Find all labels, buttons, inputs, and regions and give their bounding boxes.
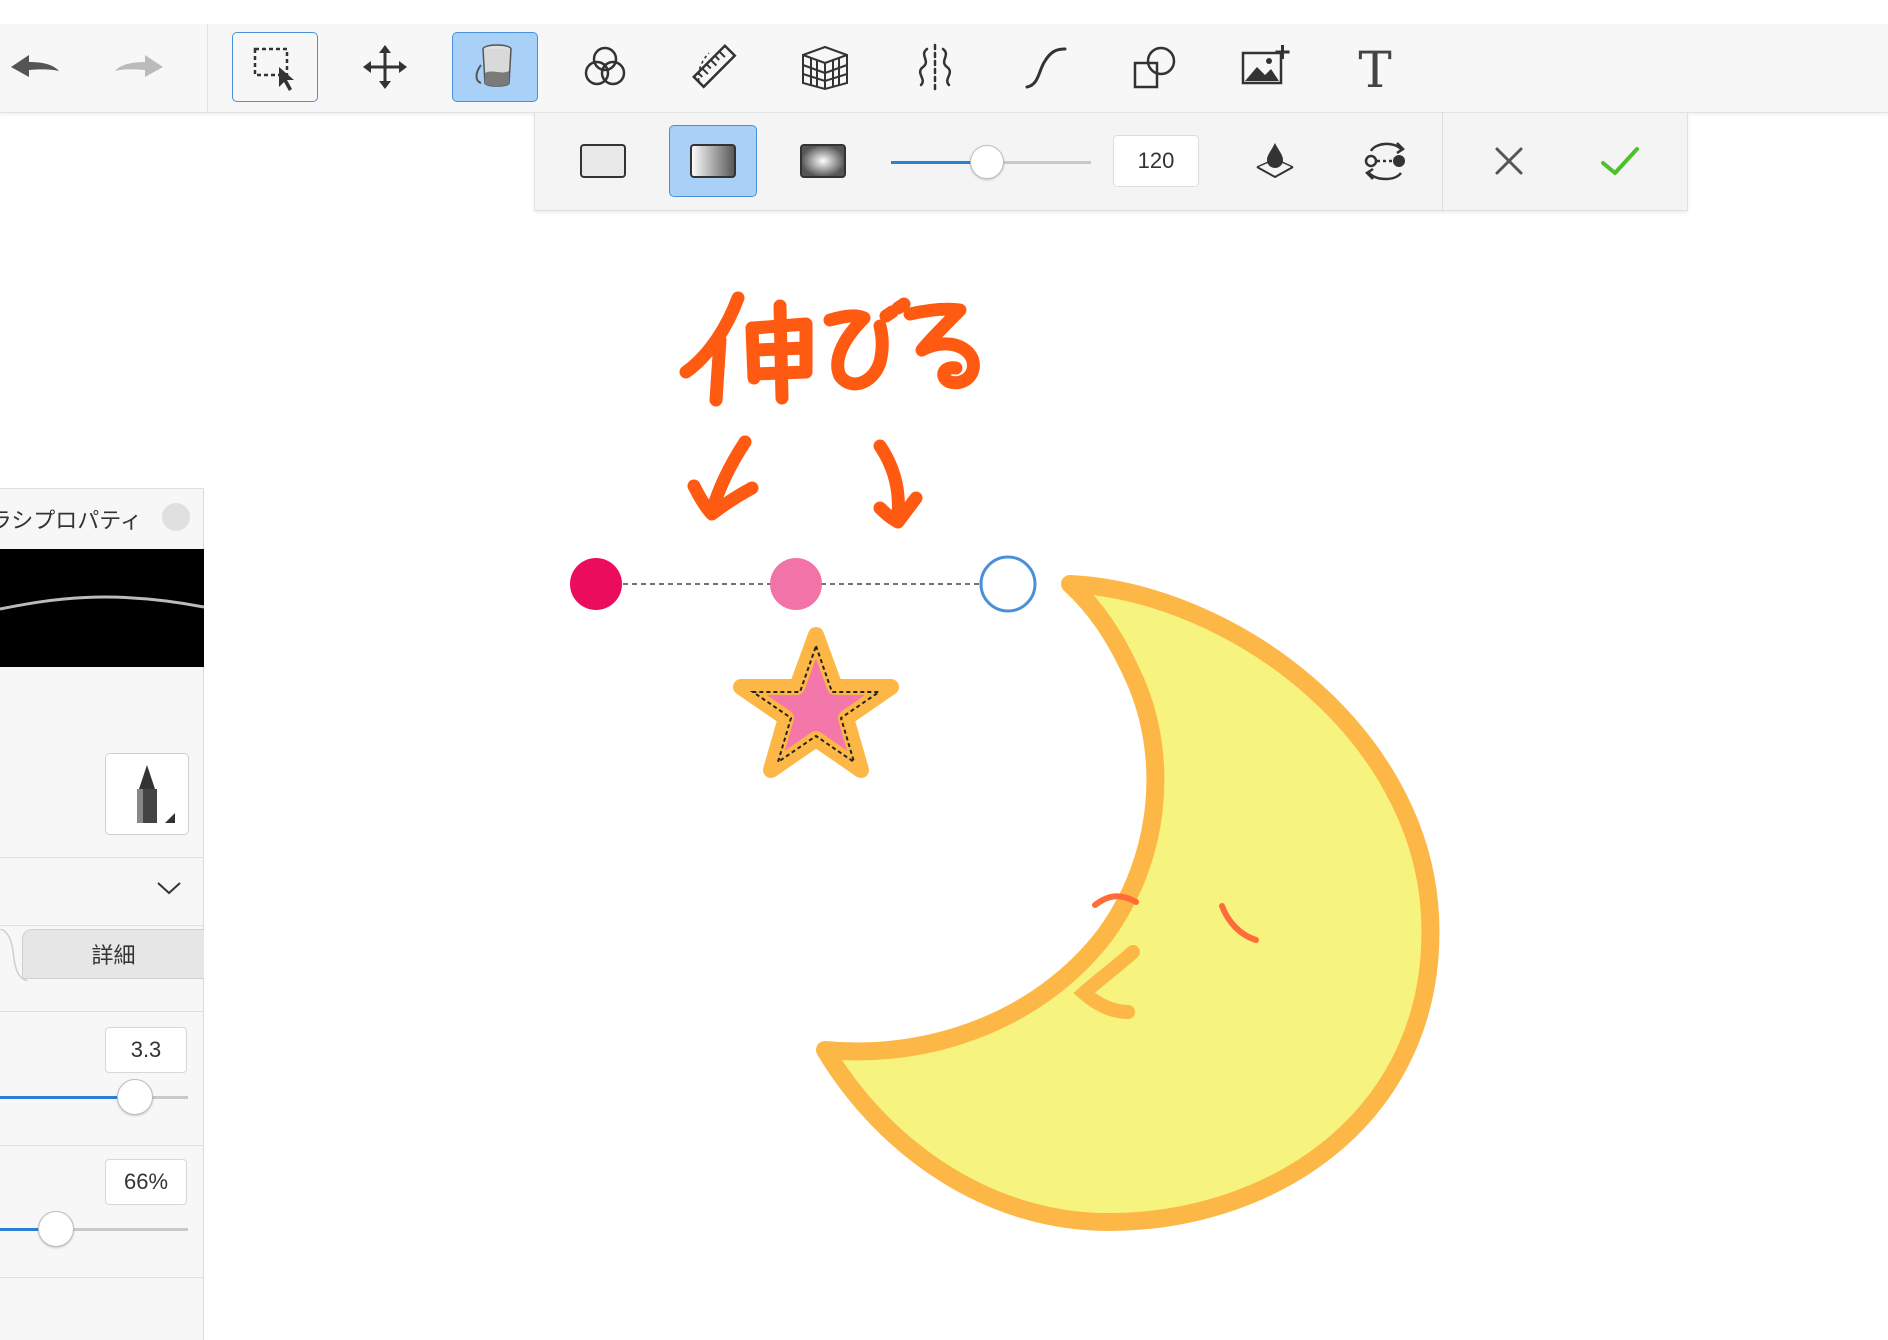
fill-bucket-icon	[475, 44, 512, 87]
size-slider[interactable]	[0, 1079, 188, 1115]
main-toolbar: T	[0, 24, 1888, 113]
stroke-preview	[0, 549, 205, 667]
slider-fill	[0, 1096, 136, 1099]
moon-drawing	[816, 575, 1440, 1231]
undo-button[interactable]	[0, 32, 70, 102]
panel-close-button[interactable]	[162, 503, 190, 531]
opacity-value-field[interactable]: 66%	[105, 1159, 187, 1205]
shapes-button[interactable]	[1112, 32, 1198, 102]
solid-fill-button[interactable]	[559, 125, 647, 197]
size-value-field[interactable]: 3.3	[105, 1027, 187, 1073]
chevron-down-icon[interactable]	[154, 873, 184, 903]
gradient-size-value[interactable]: 120	[1113, 135, 1199, 187]
app-window: T 120 ラシプロパティ 詳細 3.3 66%	[0, 0, 1888, 1340]
symmetry-button[interactable]	[892, 32, 978, 102]
checkmark-icon	[1601, 147, 1639, 175]
toolbar-divider	[207, 24, 208, 113]
radial-gradient-icon	[800, 144, 846, 178]
panel-title: ブラシプロパティ	[0, 509, 142, 534]
color-drop-icon	[1256, 143, 1294, 179]
solid-fill-icon	[580, 144, 626, 178]
star-drawing	[733, 627, 899, 778]
shapes-icon	[1133, 46, 1176, 89]
brush-property-panel: ブラシプロパティ 詳細 3.3 66%	[0, 488, 205, 1340]
transform-move-icon	[363, 45, 407, 89]
gradient-size-slider[interactable]	[891, 145, 1091, 179]
transform-move-button[interactable]	[342, 32, 428, 102]
text-tool-icon: T	[1358, 41, 1391, 95]
svg-text:T: T	[1358, 41, 1391, 95]
curve-stroke-button[interactable]	[1002, 32, 1088, 102]
panel-divider	[0, 1277, 204, 1278]
redo-icon	[115, 55, 163, 77]
text-tool-button[interactable]: T	[1332, 32, 1418, 102]
gradient-start-handle[interactable]	[570, 558, 622, 610]
panel-divider	[0, 857, 204, 858]
fill-bucket-button[interactable]	[452, 32, 538, 102]
perspective-grid-icon	[802, 45, 848, 91]
opacity-slider[interactable]	[0, 1211, 188, 1247]
tab-detail[interactable]: 詳細	[22, 929, 204, 979]
slider-thumb[interactable]	[970, 145, 1004, 179]
linear-gradient-button[interactable]	[669, 125, 757, 197]
insert-image-icon	[1241, 45, 1290, 85]
gradient-bar-divider	[1442, 113, 1443, 211]
gradient-mid-handle[interactable]	[770, 558, 822, 610]
perspective-button[interactable]	[782, 32, 868, 102]
symmetry-icon	[918, 43, 952, 91]
blend-circles-icon	[584, 46, 626, 86]
curve-stroke-icon	[1025, 47, 1067, 89]
close-icon	[1495, 147, 1523, 175]
brush-tip-button[interactable]	[105, 753, 189, 835]
gradient-end-handle[interactable]	[979, 555, 1037, 613]
gradient-options-bar: 120	[534, 113, 1688, 211]
linear-gradient-icon	[690, 144, 736, 178]
panel-divider	[0, 1011, 204, 1012]
blend-button[interactable]	[562, 32, 648, 102]
pen-tip-icon	[137, 765, 175, 823]
slider-thumb[interactable]	[38, 1211, 75, 1247]
undo-icon	[11, 55, 59, 77]
swap-colors-icon	[1364, 142, 1405, 181]
radial-gradient-button[interactable]	[779, 125, 867, 197]
cancel-button[interactable]	[1465, 125, 1553, 197]
panel-title-wrap: ブラシプロパティ	[0, 489, 142, 539]
redo-button[interactable]	[96, 32, 182, 102]
ruler-icon	[692, 44, 737, 89]
panel-divider	[0, 1145, 204, 1146]
insert-image-button[interactable]	[1222, 32, 1308, 102]
selection-tool-button[interactable]	[232, 32, 318, 102]
selection-tool-icon	[253, 47, 294, 91]
ruler-button[interactable]	[672, 32, 758, 102]
slider-thumb[interactable]	[117, 1079, 154, 1115]
color-dropper-button[interactable]	[1231, 125, 1319, 197]
swap-colors-button[interactable]	[1341, 125, 1429, 197]
confirm-button[interactable]	[1575, 125, 1663, 197]
handwritten-annotation	[660, 270, 1020, 550]
panel-divider	[0, 925, 204, 926]
